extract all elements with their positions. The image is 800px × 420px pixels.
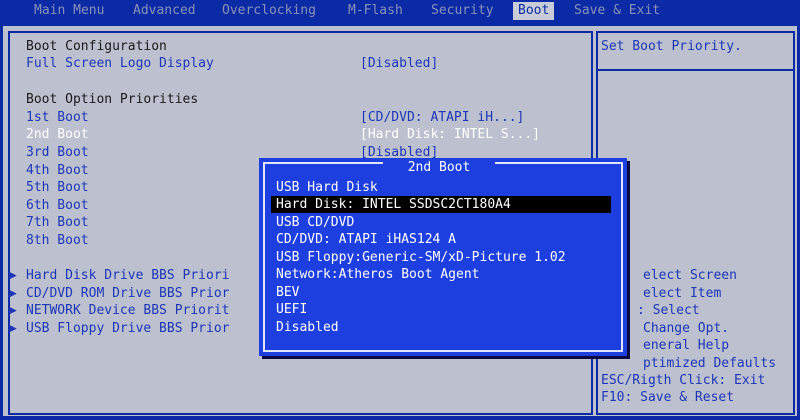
popup-option-uefi[interactable]: UEFI: [271, 301, 611, 318]
submenu-usb-floppy-bbs[interactable]: USB Floppy Drive BBS Prior: [26, 321, 230, 337]
popup-option-usb-floppy[interactable]: USB Floppy:Generic-SM/xD-Picture 1.02: [271, 249, 611, 266]
help-divider: [596, 69, 795, 71]
menu-save-exit[interactable]: Save & Exit: [574, 3, 660, 19]
full-screen-logo-value[interactable]: [Disabled]: [360, 56, 438, 72]
menu-m-flash[interactable]: M-Flash: [348, 3, 403, 19]
help-key-select-item: elect Item: [643, 286, 722, 301]
help-key-enter-select: : Select: [637, 303, 700, 318]
boot-6th-label[interactable]: 6th Boot: [26, 198, 89, 214]
submenu-arrow-icon: ▶: [9, 303, 17, 318]
boot-option-popup: 2nd Boot USB Hard Disk Hard Disk: INTEL …: [259, 158, 627, 356]
popup-option-cddvd-atapi[interactable]: CD/DVD: ATAPI iHAS124 A: [271, 231, 611, 248]
help-key-general-help: eneral Help: [643, 338, 730, 353]
popup-option-usb-cddvd[interactable]: USB CD/DVD: [271, 214, 611, 231]
menu-advanced[interactable]: Advanced: [133, 3, 196, 19]
boot-2nd-value[interactable]: [Hard Disk: INTEL S...]: [360, 127, 540, 143]
submenu-cddvd-bbs[interactable]: CD/DVD ROM Drive BBS Prior: [26, 286, 230, 302]
help-key-change-opt: Change Opt.: [643, 321, 730, 336]
full-screen-logo-label[interactable]: Full Screen Logo Display: [26, 56, 214, 72]
submenu-arrow-icon: ▶: [9, 286, 17, 301]
boot-1st-label[interactable]: 1st Boot: [26, 110, 89, 126]
boot-4th-label[interactable]: 4th Boot: [26, 163, 89, 179]
popup-option-disabled[interactable]: Disabled: [271, 319, 611, 336]
menu-security[interactable]: Security: [431, 3, 494, 19]
popup-option-usb-hard-disk[interactable]: USB Hard Disk: [271, 179, 611, 196]
help-key-optimized-defaults: ptimized Defaults: [643, 356, 777, 371]
boot-configuration-title: Boot Configuration: [26, 39, 167, 54]
help-description: Set Boot Priority.: [601, 39, 742, 54]
menu-boot[interactable]: Boot: [513, 2, 555, 20]
boot-option-priorities-title: Boot Option Priorities: [26, 92, 199, 107]
boot-7th-label[interactable]: 7th Boot: [26, 215, 89, 231]
boot-1st-value[interactable]: [CD/DVD: ATAPI iH...]: [360, 110, 524, 126]
submenu-arrow-icon: ▶: [9, 268, 17, 283]
top-menu-bar: Main Menu Advanced Overclocking M-Flash …: [0, 0, 800, 22]
menu-main[interactable]: Main Menu: [34, 3, 104, 19]
boot-5th-label[interactable]: 5th Boot: [26, 180, 89, 196]
submenu-hdd-bbs[interactable]: Hard Disk Drive BBS Priori: [26, 268, 230, 284]
boot-8th-label[interactable]: 8th Boot: [26, 233, 89, 249]
submenu-network-bbs[interactable]: NETWORK Device BBS Priorit: [26, 303, 230, 319]
popup-title: 2nd Boot: [407, 160, 471, 175]
help-key-select-screen: elect Screen: [643, 268, 737, 283]
help-key-esc-exit: ESC/Rigth Click: Exit: [601, 373, 766, 388]
menu-overclocking[interactable]: Overclocking: [222, 3, 316, 19]
popup-option-bev[interactable]: BEV: [271, 284, 611, 301]
boot-3rd-label[interactable]: 3rd Boot: [26, 145, 89, 161]
submenu-arrow-icon: ▶: [9, 321, 17, 336]
boot-2nd-label[interactable]: 2nd Boot: [26, 127, 89, 143]
help-key-f10-save: F10: Save & Reset: [601, 390, 735, 405]
popup-option-network-atheros[interactable]: Network:Atheros Boot Agent: [271, 266, 611, 283]
popup-option-hard-disk-intel[interactable]: Hard Disk: INTEL SSDSC2CT180A4: [271, 196, 611, 213]
